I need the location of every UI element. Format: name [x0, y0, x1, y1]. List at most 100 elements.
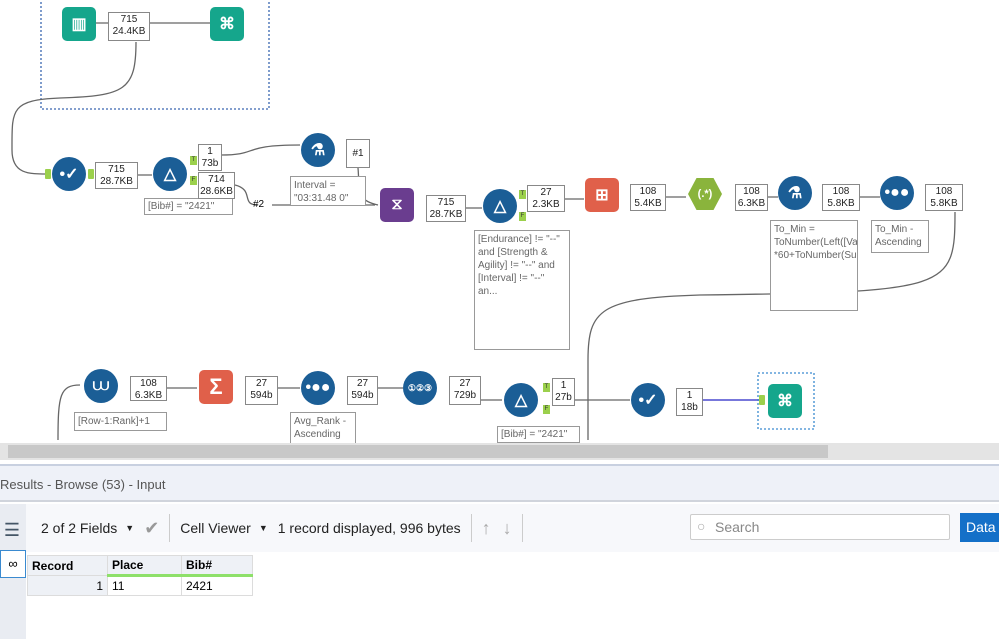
scrollbar-thumb[interactable] [8, 445, 828, 458]
table-row: 1 11 2421 [27, 575, 253, 596]
browse-tool-binoculars-icon[interactable]: ⌘ [210, 7, 244, 41]
byte-size: 28.7KB [100, 176, 133, 187]
multi-row-formula-tool-icon[interactable]: ⩊ [84, 369, 118, 403]
byte-size: 6.3KB [134, 390, 163, 401]
connection-count: 108 5.8KB [822, 184, 860, 211]
connection-count: 108 6.3KB [735, 184, 768, 211]
record-count: 715 [437, 197, 455, 208]
byte-size: 594b [351, 390, 374, 401]
record-id-tool-icon[interactable]: ①②③ [403, 371, 437, 405]
results-toolbar: 2 of 2 Fields ▼ ✔ Cell Viewer ▼ 1 record… [26, 504, 999, 552]
results-title: Results - Browse (53) - Input [0, 477, 166, 492]
input-anchor[interactable] [759, 395, 765, 405]
byte-size: 28.6KB [200, 186, 233, 197]
formula-annotation: To_Min = ToNumber(Left([Value],2)) *60+T… [770, 220, 858, 311]
input-anchor[interactable] [45, 169, 51, 179]
connection-count: 715 28.7KB [95, 162, 138, 189]
divider [521, 514, 523, 542]
connection-label: #1 [346, 139, 370, 168]
record-count: 715 [120, 14, 138, 25]
connection-count: 715 28.7KB [426, 195, 466, 222]
select-tool-check-icon[interactable]: •✓ [52, 157, 86, 191]
record-count: 1 [207, 146, 213, 157]
record-count: 27 [459, 378, 471, 389]
false-anchor[interactable]: F [543, 405, 550, 414]
byte-size: 28.7KB [429, 209, 463, 220]
cell-viewer-dropdown[interactable]: Cell Viewer [180, 520, 251, 536]
byte-size: 5.8KB [930, 198, 958, 209]
byte-size: 18b [681, 402, 698, 413]
record-count: 715 [108, 164, 125, 175]
search-icon: ○ [697, 518, 706, 534]
place-cell[interactable]: 11 [107, 575, 182, 596]
search-input[interactable]: ○ Search [690, 514, 950, 540]
results-table: Record Place Bib# 1 11 2421 [27, 555, 253, 596]
filter-annotation: [Bib#] = "2421" [144, 198, 233, 215]
byte-size: 24.4KB [112, 26, 146, 37]
chevron-down-icon[interactable]: ▼ [125, 523, 134, 533]
data-button[interactable]: Data [960, 513, 999, 542]
summarize-tool-sigma-icon[interactable]: Σ [199, 370, 233, 404]
filter-tool-prism-icon[interactable]: △ [483, 189, 517, 223]
connection-count: 27 729b [449, 376, 481, 405]
column-header-record[interactable]: Record [27, 555, 108, 576]
true-anchor[interactable]: T [519, 190, 526, 199]
column-header-place[interactable]: Place [107, 555, 182, 577]
fields-dropdown[interactable]: 2 of 2 Fields [41, 520, 117, 536]
cross-tab-tool-icon[interactable]: ⊞ [585, 178, 619, 212]
connection-count: 27 594b [347, 376, 378, 405]
connection-count: 714 28.6KB [198, 172, 235, 199]
join-multiple-tool-dna-icon[interactable]: ⧖ [380, 188, 414, 222]
record-count: 27 [540, 187, 552, 198]
connection-count: 1 73b [198, 144, 222, 171]
search-placeholder: Search [715, 519, 760, 535]
table-view-icon[interactable]: ☰ [2, 520, 22, 544]
connection-count: 108 5.8KB [925, 184, 963, 211]
filter-tool-prism-icon[interactable]: △ [153, 157, 187, 191]
horizontal-scrollbar[interactable] [0, 443, 999, 460]
checkmark-icon[interactable]: ✔ [144, 518, 159, 539]
formula-tool-flask-icon[interactable]: ⚗ [301, 133, 335, 167]
input-data-tool-book-icon[interactable]: ▥ [62, 7, 96, 41]
sort-annotation: Avg_Rank - Ascending [290, 412, 356, 443]
browse-tool-binoculars-icon[interactable]: ⌘ [768, 384, 802, 418]
false-anchor[interactable]: F [519, 212, 526, 221]
record-count: 27 [356, 378, 369, 389]
true-anchor[interactable]: T [543, 383, 550, 392]
record-count: 27 [255, 378, 268, 389]
sort-tool-dots-icon[interactable]: •●● [301, 371, 335, 405]
connection-label: #2 [253, 199, 265, 210]
byte-size: 594b [250, 390, 273, 401]
formula-annotation: Interval = "03:31.48 0" [290, 176, 366, 206]
record-count: 108 [832, 186, 850, 197]
false-anchor[interactable]: F [190, 176, 197, 185]
formula-tool-flask-icon[interactable]: ⚗ [778, 176, 812, 210]
connection-count: 108 6.3KB [130, 376, 167, 401]
bib-cell[interactable]: 2421 [181, 575, 253, 596]
binoculars-icon[interactable]: ∞ [0, 550, 26, 578]
record-count: 1 [560, 380, 567, 391]
byte-size: 2.3KB [532, 199, 560, 210]
table-header: Record Place Bib# [27, 555, 253, 577]
true-anchor[interactable]: T [190, 156, 197, 165]
filter-annotation: [Bib#] = "2421" [497, 426, 580, 443]
arrow-down-icon[interactable]: ↓ [503, 518, 512, 539]
filter-tool-prism-icon[interactable]: △ [504, 383, 538, 417]
output-anchor[interactable] [88, 169, 94, 179]
sort-annotation: To_Min - Ascending [871, 220, 929, 253]
select-tool-check-icon[interactable]: •✓ [631, 383, 665, 417]
results-panel-header: Results - Browse (53) - Input [0, 464, 999, 502]
divider [169, 514, 171, 542]
arrow-up-icon[interactable]: ↑ [482, 518, 491, 539]
sort-tool-dots-icon[interactable]: •●● [880, 176, 914, 210]
byte-size: 729b [453, 390, 477, 401]
chevron-down-icon[interactable]: ▼ [259, 523, 268, 533]
workflow-canvas[interactable]: ▥ 715 24.4KB ⌘ •✓ 715 28.7KB △ T F 1 73b [B… [0, 0, 999, 443]
record-status: 1 record displayed, 996 bytes [277, 520, 461, 536]
column-header-bib[interactable]: Bib# [181, 555, 253, 577]
connection-count: 108 5.4KB [630, 184, 666, 211]
byte-size: 27b [555, 392, 572, 403]
filter-annotation: [Endurance] != "--" and [Strength & Agil… [474, 230, 570, 350]
record-cell: 1 [27, 575, 108, 596]
record-count: 108 [140, 378, 157, 389]
